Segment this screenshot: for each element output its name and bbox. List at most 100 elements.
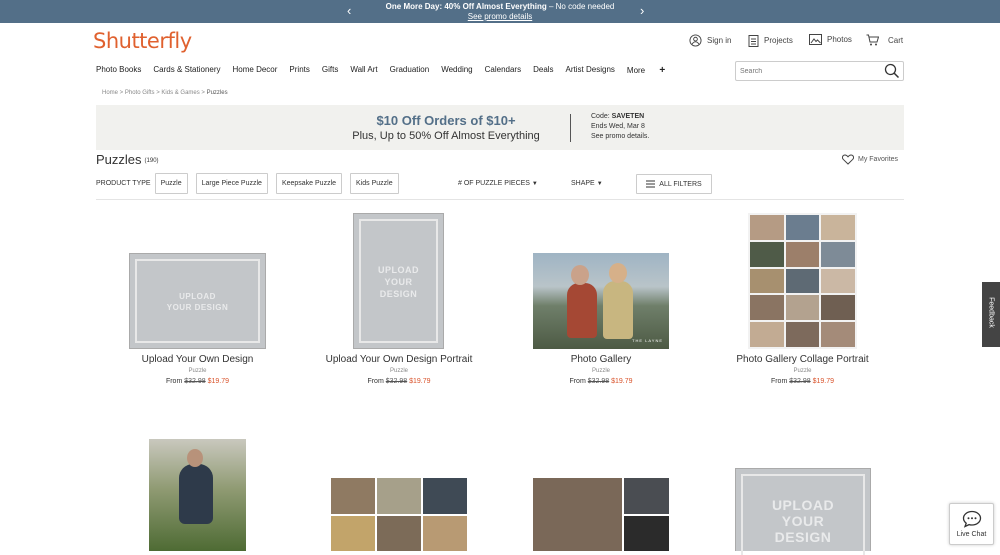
product-card[interactable]: Photo Gallery Puzzle From $32.98 $19.79 <box>520 354 682 394</box>
nav-calendars[interactable]: Calendars <box>485 65 521 76</box>
breadcrumb-kids-games[interactable]: Kids & Games <box>161 90 199 96</box>
price-original: $32.98 <box>587 378 610 385</box>
price-sale: $19.79 <box>611 378 633 385</box>
shape-dropdown[interactable]: SHAPE ▼ <box>571 180 603 187</box>
product-image-collage-portrait[interactable] <box>748 213 857 349</box>
search-input[interactable] <box>740 65 880 77</box>
cart-button[interactable]: Cart <box>866 34 903 46</box>
brand-logo[interactable]: Shutterfly <box>93 29 192 53</box>
collage-tile <box>821 322 855 347</box>
photos-button[interactable]: Photos <box>809 34 852 45</box>
search-icon[interactable] <box>884 63 900 79</box>
filter-chip-keepsake[interactable]: Keepsake Puzzle <box>275 173 343 194</box>
product-price: From $32.98 $19.79 <box>520 378 682 385</box>
product-type: Puzzle <box>591 368 610 374</box>
photo-face <box>187 449 203 467</box>
product-card[interactable]: Photo Gallery Collage Portrait Puzzle Fr… <box>716 354 889 394</box>
live-chat-button[interactable]: Live Chat <box>949 503 994 545</box>
plus-icon: + <box>659 65 666 76</box>
cart-icon <box>866 34 879 46</box>
photo-face <box>571 265 589 285</box>
breadcrumb-current: Puzzles <box>206 90 228 96</box>
collage-tile <box>624 515 669 551</box>
promo-code-prefix: Code: <box>591 113 612 120</box>
feedback-tab[interactable]: Feedback <box>982 282 1000 347</box>
nav-home-decor[interactable]: Home Decor <box>233 65 278 76</box>
nav-wedding[interactable]: Wedding <box>441 65 472 76</box>
heart-icon <box>842 154 854 165</box>
product-card[interactable]: Upload Your Own Design Portrait Puzzle F… <box>300 354 498 394</box>
collage-tile <box>785 215 820 240</box>
filter-chip-kids[interactable]: Kids Puzzle <box>350 173 399 194</box>
product-image-family-collage[interactable] <box>533 478 669 551</box>
banner-subline: Plus, Up to 50% Off Almost Everything <box>352 130 540 142</box>
filter-icon <box>646 180 656 188</box>
photo-person <box>179 464 213 524</box>
all-filters-button[interactable]: ALL FILTERS <box>636 174 712 194</box>
product-image-collage-landscape[interactable] <box>331 478 467 551</box>
breadcrumb-home[interactable]: Home <box>102 90 118 96</box>
collage-tile <box>533 478 623 551</box>
price-original: $32.98 <box>184 378 206 385</box>
collage-tile <box>785 268 820 294</box>
projects-label: Projects <box>764 36 793 45</box>
promo-banner[interactable]: $10 Off Orders of $10+ Plus, Up to 50% O… <box>96 105 904 150</box>
product-name: Photo Gallery <box>570 354 632 365</box>
photo-person <box>567 283 597 338</box>
promo-code: Code: SAVETEN <box>591 113 644 120</box>
feedback-label: Feedback <box>987 297 995 328</box>
filter-chip-large-piece[interactable]: Large Piece Puzzle <box>195 173 268 194</box>
nav-deals[interactable]: Deals <box>533 65 553 76</box>
nav-prints[interactable]: Prints <box>289 65 309 76</box>
collage-tile <box>377 478 421 514</box>
promo-details-link[interactable]: See promo details <box>0 12 1000 21</box>
price-original: $32.98 <box>385 378 408 385</box>
price-from: From <box>367 378 384 385</box>
shape-label: SHAPE <box>571 180 595 187</box>
price-sale: $19.79 <box>207 378 230 385</box>
product-image-couple-photo[interactable] <box>149 439 246 551</box>
collage-tile <box>624 478 669 514</box>
collage-tile <box>423 515 467 551</box>
caret-down-icon: ▼ <box>531 181 538 187</box>
collage-tile <box>750 295 784 321</box>
promo-details-link-banner[interactable]: See promo details. <box>591 133 649 140</box>
user-icon <box>689 34 702 47</box>
page-title-text: Puzzles <box>96 152 142 167</box>
product-type: Puzzle <box>793 368 812 374</box>
collage-tile <box>331 478 375 514</box>
breadcrumb-photo-gifts[interactable]: Photo Gifts <box>125 90 155 96</box>
promo-expiry: Ends Wed, Mar 8 <box>591 123 645 130</box>
chevron-right-icon[interactable]: › <box>640 3 644 18</box>
filter-chip-puzzle[interactable]: Puzzle <box>154 173 188 194</box>
live-chat-label: Live Chat <box>956 531 987 538</box>
projects-button[interactable]: Projects <box>748 34 793 47</box>
nav-more[interactable]: More + <box>627 65 665 76</box>
nav-wall-art[interactable]: Wall Art <box>350 65 377 76</box>
nav-photo-books[interactable]: Photo Books <box>96 65 141 76</box>
nav-artist-designs[interactable]: Artist Designs <box>566 65 615 76</box>
my-favorites-button[interactable]: My Favorites <box>842 154 898 165</box>
promo-text: One More Day: 40% Off Almost Everything … <box>0 2 1000 11</box>
product-image-upload-portrait[interactable]: UPLOAD YOUR DESIGN <box>353 213 444 349</box>
nav-cards-stationery[interactable]: Cards & Stationery <box>153 65 220 76</box>
collage-tile <box>750 215 784 240</box>
photo-caption: THE LAYNE <box>632 338 663 343</box>
product-image-photo-gallery[interactable]: THE LAYNE <box>533 253 669 349</box>
sign-in-button[interactable]: Sign in <box>689 34 731 47</box>
photo-face <box>609 263 627 283</box>
product-image-upload-design[interactable]: UPLOAD YOUR DESIGN <box>129 253 266 349</box>
nav-graduation[interactable]: Graduation <box>390 65 430 76</box>
price-sale: $19.79 <box>409 378 431 385</box>
collage-tile <box>331 515 375 551</box>
all-filters-label: ALL FILTERS <box>659 180 702 188</box>
product-art-text: UPLOAD YOUR DESIGN <box>378 265 419 299</box>
main-nav: Photo Books Cards & Stationery Home Deco… <box>96 65 677 76</box>
collage-tile <box>377 515 421 551</box>
nav-gifts[interactable]: Gifts <box>322 65 338 76</box>
product-image-upload-design-2[interactable]: UPLOAD YOUR DESIGN <box>735 468 871 555</box>
product-name: Upload Your Own Design Portrait <box>325 354 473 365</box>
collage-tile <box>785 295 820 321</box>
product-card[interactable]: Upload Your Own Design Puzzle From $32.9… <box>100 354 295 394</box>
puzzle-pieces-dropdown[interactable]: # OF PUZZLE PIECES ▼ <box>458 180 538 187</box>
